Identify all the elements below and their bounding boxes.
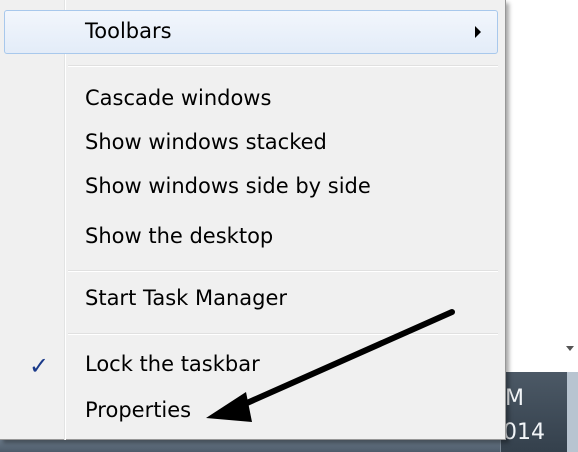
menu-item-label: Show the desktop: [85, 224, 274, 248]
menu-item-lock-the-taskbar[interactable]: ✓ Lock the taskbar: [4, 343, 498, 387]
menu-item-label: Start Task Manager: [85, 286, 288, 310]
menu-separator: [68, 333, 498, 335]
menu-item-show-the-desktop[interactable]: Show the desktop: [4, 215, 498, 259]
menu-item-label: Cascade windows: [85, 86, 272, 110]
clock-time: M: [505, 386, 524, 411]
taskbar-context-menu: Toolbars Cascade windows Show windows st…: [0, 0, 506, 440]
menu-item-label: Properties: [85, 398, 192, 422]
screenshot-stage: M 014 Toolbars Cascade windows Show wind…: [0, 0, 578, 452]
submenu-arrow-icon: [475, 26, 481, 38]
clock-date: 014: [503, 420, 545, 445]
menu-item-label: Toolbars: [85, 19, 172, 43]
menu-item-show-windows-stacked[interactable]: Show windows stacked: [4, 121, 498, 165]
taskbar-bottom-strip: [0, 438, 578, 452]
menu-item-cascade-windows[interactable]: Cascade windows: [4, 77, 498, 121]
menu-item-start-task-manager[interactable]: Start Task Manager: [4, 277, 498, 321]
menu-separator: [68, 65, 498, 67]
menu-item-label: Lock the taskbar: [85, 352, 260, 376]
checkmark-icon: ✓: [28, 352, 50, 380]
taskbar-scroll-down-icon[interactable]: [566, 346, 574, 351]
show-desktop-button[interactable]: [567, 372, 578, 452]
menu-item-label: Show windows stacked: [85, 130, 327, 154]
menu-item-toolbars[interactable]: Toolbars: [4, 10, 498, 54]
menu-separator: [68, 270, 498, 272]
menu-item-show-windows-side-by-side[interactable]: Show windows side by side: [4, 165, 498, 209]
taskbar-clock[interactable]: M 014: [500, 372, 578, 452]
menu-item-properties[interactable]: Properties: [4, 389, 498, 433]
menu-item-label: Show windows side by side: [85, 174, 371, 198]
